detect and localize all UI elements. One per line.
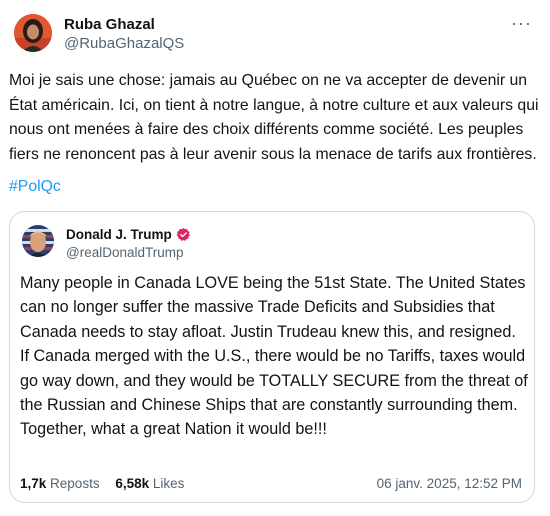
reposts-label: Reposts (50, 476, 100, 491)
post-text: Moi je sais une chose: jamais au Québec … (9, 72, 539, 163)
quoted-post-footer: 1,7k Reposts 6,58k Likes 06 janv. 2025, … (20, 475, 522, 492)
reposts-count: 1,7k (20, 476, 47, 491)
quoted-avatar-image (22, 225, 54, 257)
quoted-timestamp[interactable]: 06 janv. 2025, 12:52 PM (377, 475, 522, 492)
avatar-image (14, 14, 52, 52)
post-card: Ruba Ghazal @RubaGhazalQS ··· Moi je sai… (0, 0, 550, 516)
avatar[interactable] (14, 14, 52, 52)
quoted-stats: 1,7k Reposts 6,58k Likes (20, 475, 196, 492)
quoted-author-names: Donald J. Trump @realDonaldTrump (66, 226, 191, 262)
reposts-stat[interactable]: 1,7k Reposts (20, 476, 103, 491)
quoted-post-header: Donald J. Trump @realDonaldTrump (22, 225, 191, 262)
more-options-icon[interactable]: ··· (511, 14, 532, 32)
quoted-avatar[interactable] (22, 225, 54, 257)
likes-count: 6,58k (115, 476, 150, 491)
hashtag-link[interactable]: #PolQc (9, 178, 61, 196)
post-header: Ruba Ghazal @RubaGhazalQS (14, 14, 184, 54)
quoted-name-row: Donald J. Trump (66, 226, 191, 243)
quoted-handle[interactable]: @realDonaldTrump (66, 243, 191, 262)
likes-stat[interactable]: 6,58k Likes (115, 476, 184, 491)
quoted-post-text: Many people in Canada LOVE being the 51s… (20, 274, 528, 439)
quoted-display-name[interactable]: Donald J. Trump (66, 226, 172, 243)
author-names: Ruba Ghazal @RubaGhazalQS (64, 15, 184, 54)
author-handle[interactable]: @RubaGhazalQS (64, 34, 184, 54)
likes-label: Likes (152, 476, 185, 491)
quoted-post[interactable]: Donald J. Trump @realDonaldTrump Many pe… (9, 211, 535, 503)
verified-badge-icon (176, 227, 190, 241)
author-display-name[interactable]: Ruba Ghazal (64, 15, 184, 34)
